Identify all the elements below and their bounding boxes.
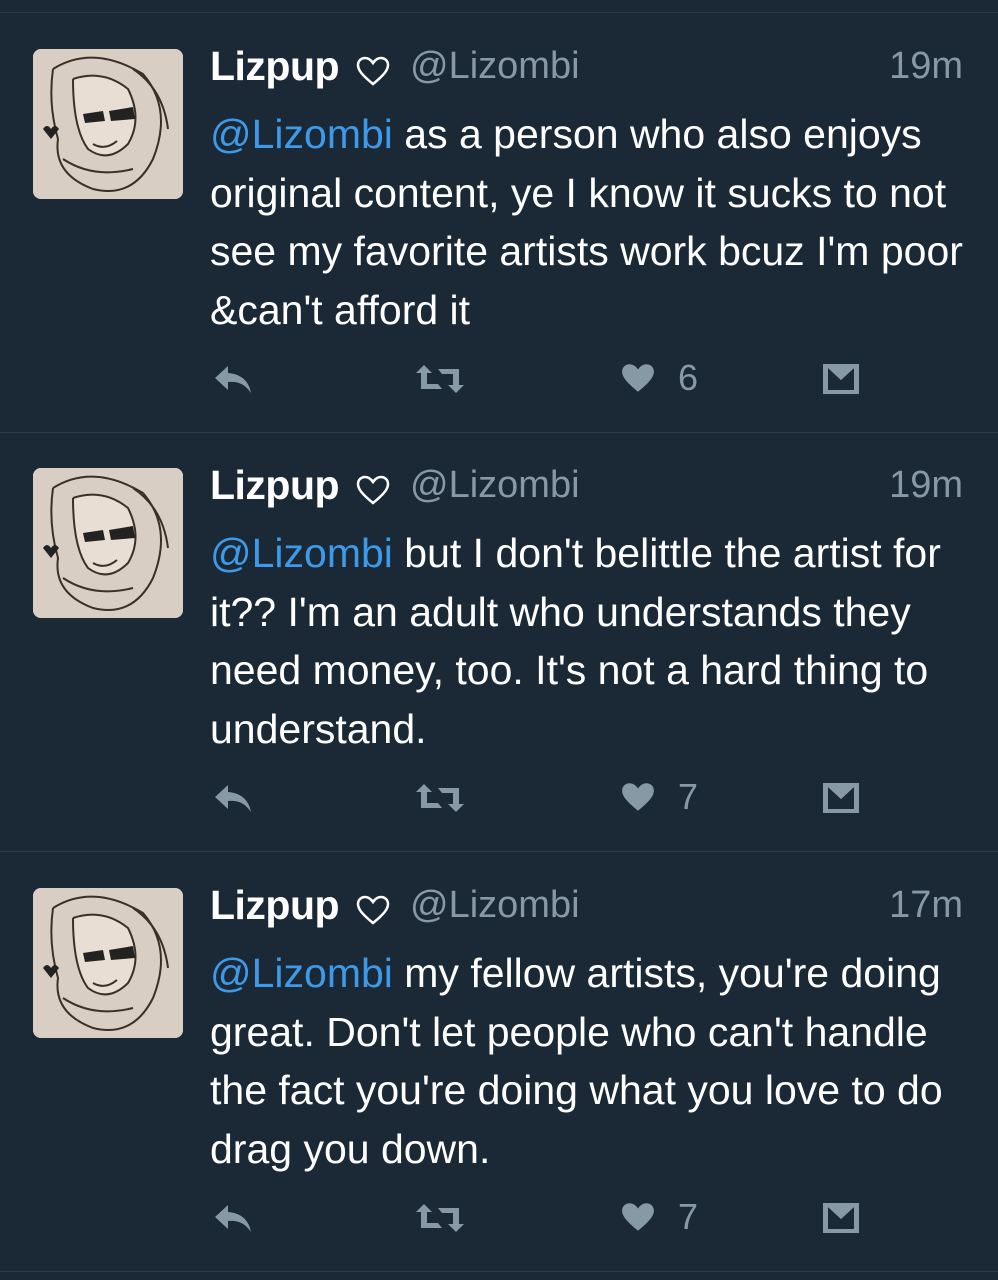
top-divider (0, 0, 998, 13)
reply-arrow-icon (215, 366, 251, 393)
display-name[interactable]: Lizpup (210, 462, 340, 509)
heart-icon (622, 783, 654, 811)
tweet-text: @Lizombi but I don't belittle the artist… (210, 524, 970, 758)
reply-button[interactable] (212, 1202, 254, 1234)
tweet-actions: 6 (0, 353, 998, 413)
display-name[interactable]: Lizpup (210, 882, 340, 929)
heart-outline-icon (356, 56, 390, 86)
tweet-actions: 7 (0, 1192, 998, 1252)
envelope-icon (823, 783, 859, 813)
like-count: 6 (678, 357, 699, 398)
retweet-icon (416, 365, 464, 393)
reply-arrow-icon (215, 1205, 251, 1232)
envelope-icon (823, 1203, 859, 1233)
mention-link[interactable]: @Lizombi (210, 111, 393, 157)
like-button[interactable] (620, 1200, 656, 1234)
tweet-text: @Lizombi as a person who also enjoys ori… (210, 105, 970, 339)
avatar-drawing (33, 468, 183, 618)
direct-message-button[interactable] (822, 1202, 860, 1234)
heart-icon (622, 1203, 654, 1231)
retweet-button[interactable] (414, 1202, 466, 1234)
tweet-1[interactable]: Lizpup @Lizombi 19m @Lizombi as a person… (0, 13, 998, 433)
user-handle[interactable]: @Lizombi (410, 884, 580, 927)
reply-button[interactable] (212, 782, 254, 814)
heart-icon (622, 364, 654, 392)
timestamp: 19m (889, 464, 963, 506)
avatar[interactable] (33, 888, 183, 1038)
mention-link[interactable]: @Lizombi (210, 950, 393, 996)
heart-outline-icon (356, 475, 390, 505)
mention-link[interactable]: @Lizombi (210, 530, 393, 576)
like-count: 7 (678, 1196, 699, 1237)
like-button[interactable] (620, 361, 656, 395)
like-button[interactable] (620, 780, 656, 814)
heart-outline-icon (356, 895, 390, 925)
avatar[interactable] (33, 49, 183, 199)
direct-message-button[interactable] (822, 363, 860, 395)
retweet-button[interactable] (414, 782, 466, 814)
avatar-drawing (33, 888, 183, 1038)
timestamp: 17m (889, 884, 963, 926)
like-count: 7 (678, 776, 699, 817)
timestamp: 19m (889, 45, 963, 87)
direct-message-button[interactable] (822, 782, 860, 814)
tweet-actions: 7 (0, 772, 998, 832)
envelope-icon (823, 364, 859, 394)
user-handle[interactable]: @Lizombi (410, 45, 580, 88)
reply-arrow-icon (215, 785, 251, 812)
avatar[interactable] (33, 468, 183, 618)
tweet-text: @Lizombi my fellow artists, you're doing… (210, 944, 970, 1178)
tweet-3[interactable]: Lizpup @Lizombi 17m @Lizombi my fellow a… (0, 852, 998, 1272)
retweet-button[interactable] (414, 363, 466, 395)
display-name[interactable]: Lizpup (210, 43, 340, 90)
reply-button[interactable] (212, 363, 254, 395)
retweet-icon (416, 1204, 464, 1232)
avatar-drawing (33, 49, 183, 199)
tweet-2[interactable]: Lizpup @Lizombi 19m @Lizombi but I don't… (0, 432, 998, 852)
user-handle[interactable]: @Lizombi (410, 464, 580, 507)
retweet-icon (416, 784, 464, 812)
